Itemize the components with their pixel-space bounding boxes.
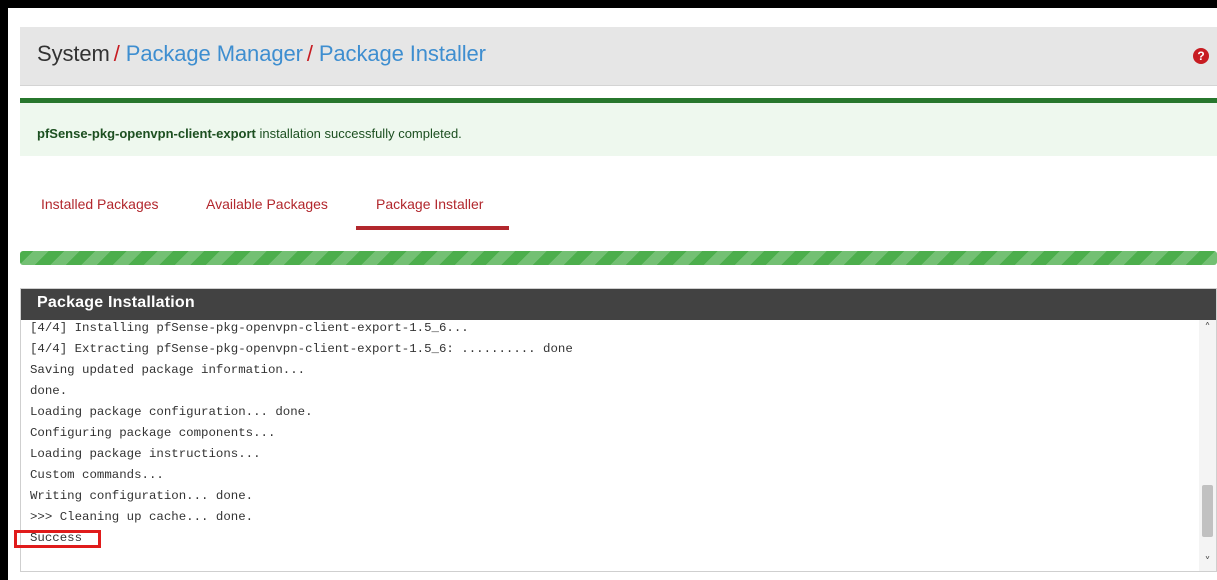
tab-installed-packages[interactable]: Installed Packages bbox=[41, 196, 159, 212]
page-header: System / Package Manager / Package Installer… bbox=[20, 27, 1217, 86]
package-tabs: Installed Packages Available Packages Pa… bbox=[20, 188, 1217, 230]
log-line: Writing configuration... done. bbox=[30, 489, 254, 503]
panel-title: Package Installation bbox=[37, 294, 195, 311]
log-scrollbar[interactable]: ˄ ˅ bbox=[1199, 320, 1216, 571]
page-frame: System / Package Manager / Package Installer… bbox=[8, 8, 1217, 580]
log-line: [4/4] Installing pfSense-pkg-openvpn-cli… bbox=[30, 321, 469, 335]
breadcrumb-system: System bbox=[37, 41, 110, 66]
package-installation-panel: Package Installation [4/4] Installing pf… bbox=[20, 288, 1217, 572]
tab-available-packages[interactable]: Available Packages bbox=[206, 196, 328, 212]
chevron-up-icon[interactable]: ˄ bbox=[1199, 320, 1216, 337]
active-tab-indicator bbox=[356, 226, 509, 230]
breadcrumb: System / Package Manager / Package Installer bbox=[37, 41, 486, 67]
breadcrumb-package-installer[interactable]: Package Installer bbox=[319, 41, 486, 66]
breadcrumb-separator: / bbox=[306, 41, 313, 66]
progress-bar-fill bbox=[20, 251, 1217, 265]
chevron-down-icon[interactable]: ˅ bbox=[1199, 554, 1216, 571]
log-line: done. bbox=[30, 384, 68, 398]
breadcrumb-package-manager[interactable]: Package Manager bbox=[126, 41, 303, 66]
alert-package-name: pfSense-pkg-openvpn-client-export bbox=[37, 126, 256, 141]
success-alert: pfSense-pkg-openvpn-client-export instal… bbox=[20, 98, 1217, 156]
log-line: Saving updated package information... bbox=[30, 363, 306, 377]
log-line: Custom commands... bbox=[30, 468, 164, 482]
installation-log-output[interactable]: [4/4] Installing pfSense-pkg-openvpn-cli… bbox=[21, 320, 1200, 570]
success-highlight-box bbox=[14, 530, 101, 548]
log-line: Loading package instructions... bbox=[30, 447, 261, 461]
tab-package-installer[interactable]: Package Installer bbox=[376, 196, 483, 212]
log-line: Loading package configuration... done. bbox=[30, 405, 313, 419]
question-circle-icon[interactable]: ? bbox=[1193, 48, 1209, 64]
breadcrumb-separator: / bbox=[113, 41, 120, 66]
alert-message: pfSense-pkg-openvpn-client-export instal… bbox=[37, 126, 462, 141]
log-line: Configuring package components... bbox=[30, 426, 276, 440]
scrollbar-thumb[interactable] bbox=[1202, 485, 1213, 537]
panel-heading: Package Installation bbox=[21, 289, 1216, 320]
log-line: >>> Cleaning up cache... done. bbox=[30, 510, 254, 524]
progress-bar bbox=[20, 251, 1217, 265]
log-line: [4/4] Extracting pfSense-pkg-openvpn-cli… bbox=[30, 342, 573, 356]
alert-message-text: installation successfully completed. bbox=[255, 126, 462, 141]
